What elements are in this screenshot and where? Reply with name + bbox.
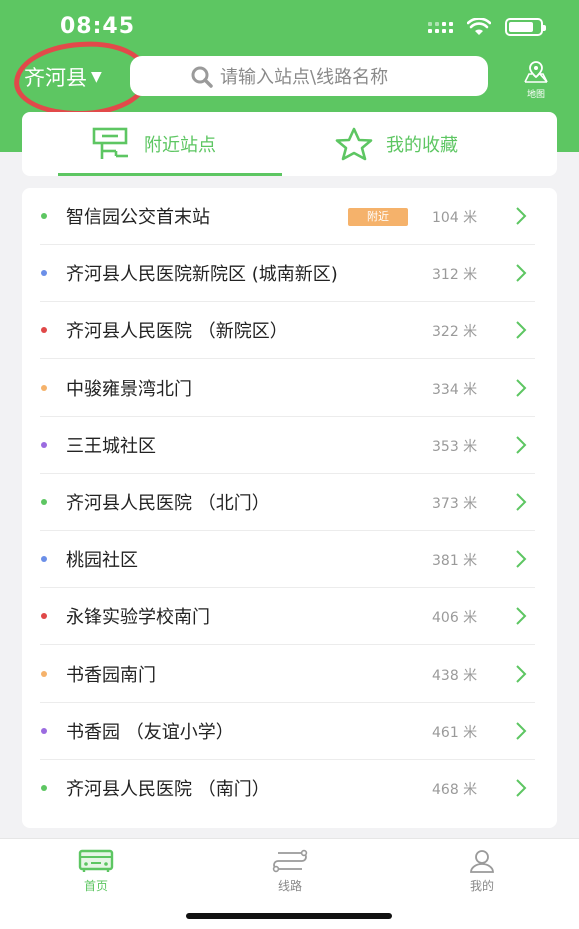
line-color-dot xyxy=(41,441,47,448)
route-icon xyxy=(272,849,308,873)
station-distance: 406 米 xyxy=(432,610,478,627)
station-row[interactable]: 齐河县人民医院新院区 (城南新区) 312 米 xyxy=(22,245,557,303)
station-list: 智信园公交首末站 附近 104 米齐河县人民医院新院区 (城南新区) 312 米齐河县… xyxy=(22,188,557,828)
station-distance: 322 米 xyxy=(432,324,478,341)
station-name: 齐河县人民医院 （南门） xyxy=(66,779,270,800)
map-button[interactable]: 地图 xyxy=(516,60,556,100)
chevron-right-icon xyxy=(516,264,527,282)
line-color-dot xyxy=(41,556,47,563)
station-distance: 461 米 xyxy=(432,724,478,741)
station-name: 中骏雍景湾北门 xyxy=(66,378,192,400)
line-color-dot xyxy=(41,785,47,791)
station-name: 齐河县人民医院 （新院区） xyxy=(66,321,288,343)
search-icon xyxy=(191,66,213,88)
line-color-dot xyxy=(41,499,47,505)
chevron-right-icon xyxy=(516,550,527,568)
nav-home[interactable]: 首页 xyxy=(56,849,136,894)
wifi-icon xyxy=(467,18,491,35)
station-row[interactable]: 永锋实验学校南门 406 米 xyxy=(22,588,557,646)
nav-routes-label: 线路 xyxy=(277,879,302,893)
station-distance: 334 米 xyxy=(432,381,478,398)
station-distance: 381 米 xyxy=(432,553,478,570)
station-name: 书香园南门 xyxy=(66,664,156,686)
station-name: 桃园社区 xyxy=(66,550,138,572)
chevron-right-icon xyxy=(516,207,527,225)
line-color-dot xyxy=(41,670,47,677)
station-distance: 104 米 xyxy=(432,210,478,226)
line-color-dot xyxy=(41,384,47,391)
chevron-right-icon xyxy=(516,607,527,626)
nav-profile[interactable]: 我的 xyxy=(442,849,522,894)
user-icon xyxy=(470,850,494,873)
chevron-right-icon xyxy=(516,378,527,397)
station-row[interactable]: 齐河县人民医院 （新院区） 322 米 xyxy=(22,302,557,360)
nav-routes[interactable]: 线路 xyxy=(250,849,330,894)
chevron-right-icon xyxy=(516,436,527,454)
chevron-right-icon xyxy=(516,722,527,740)
status-time: 08:45 xyxy=(60,14,136,39)
search-placeholder: 请输入站点\线路名称 xyxy=(220,67,389,88)
chevron-right-icon xyxy=(516,664,527,683)
tab-favorites-label: 我的收藏 xyxy=(386,135,458,156)
chevron-right-icon xyxy=(516,493,527,511)
bus-stop-sign-icon xyxy=(92,127,128,159)
station-row[interactable]: 中骏雍景湾北门 334 米 xyxy=(22,360,557,417)
home-indicator xyxy=(186,913,392,919)
star-icon xyxy=(335,127,373,161)
nav-profile-label: 我的 xyxy=(469,879,494,893)
station-distance: 353 米 xyxy=(432,438,478,455)
tab-nearby-label: 附近站点 xyxy=(144,135,216,156)
station-distance: 373 米 xyxy=(432,496,478,512)
chevron-right-icon xyxy=(516,321,527,340)
line-color-dot xyxy=(41,327,47,334)
station-name: 齐河县人民医院新院区 (城南新区) xyxy=(66,264,338,286)
status-icons xyxy=(428,18,546,36)
tab-nearby-stations[interactable]: 附近站点 xyxy=(92,112,216,176)
station-name: 智信园公交首末站 xyxy=(66,207,210,228)
station-row[interactable]: 智信园公交首末站 附近 104 米 xyxy=(22,188,557,245)
station-row[interactable]: 书香园南门 438 米 xyxy=(22,646,557,703)
active-tab-indicator xyxy=(58,173,282,176)
station-row[interactable]: 书香园 （友谊小学） 461 米 xyxy=(22,703,557,760)
tab-my-favorites[interactable]: 我的收藏 xyxy=(334,112,458,176)
station-row[interactable]: 三王城社区 353 米 xyxy=(22,417,557,474)
cellular-signal-icon xyxy=(428,21,453,33)
map-pin-icon xyxy=(524,61,548,83)
battery-icon xyxy=(505,18,546,36)
bus-icon xyxy=(78,849,114,872)
line-color-dot xyxy=(41,613,47,620)
station-name: 书香园 （友谊小学） xyxy=(66,721,234,743)
station-name: 永锋实验学校南门 xyxy=(66,607,210,629)
station-distance: 312 米 xyxy=(432,267,478,284)
line-color-dot xyxy=(41,270,47,277)
nearby-badge: 附近 xyxy=(348,208,408,226)
line-color-dot xyxy=(41,727,47,734)
top-bar: 齐河县 ▼ 请输入站点\线路名称 地图 xyxy=(0,38,579,120)
map-label: 地图 xyxy=(526,90,545,100)
station-row[interactable]: 齐河县人民医院 （南门） 468 米 xyxy=(22,760,557,817)
tabs-card: 附近站点 我的收藏 xyxy=(22,112,557,176)
station-name: 齐河县人民医院 （北门） xyxy=(66,493,270,514)
search-input[interactable]: 请输入站点\线路名称 xyxy=(130,56,488,96)
line-color-dot xyxy=(41,213,47,219)
nav-home-label: 首页 xyxy=(83,879,108,893)
station-row[interactable]: 桃园社区 381 米 xyxy=(22,531,557,589)
chevron-right-icon xyxy=(516,779,527,797)
station-distance: 438 米 xyxy=(432,667,478,684)
station-row[interactable]: 齐河县人民医院 （北门） 373 米 xyxy=(22,474,557,531)
station-distance: 468 米 xyxy=(432,782,478,798)
station-name: 三王城社区 xyxy=(66,435,156,457)
